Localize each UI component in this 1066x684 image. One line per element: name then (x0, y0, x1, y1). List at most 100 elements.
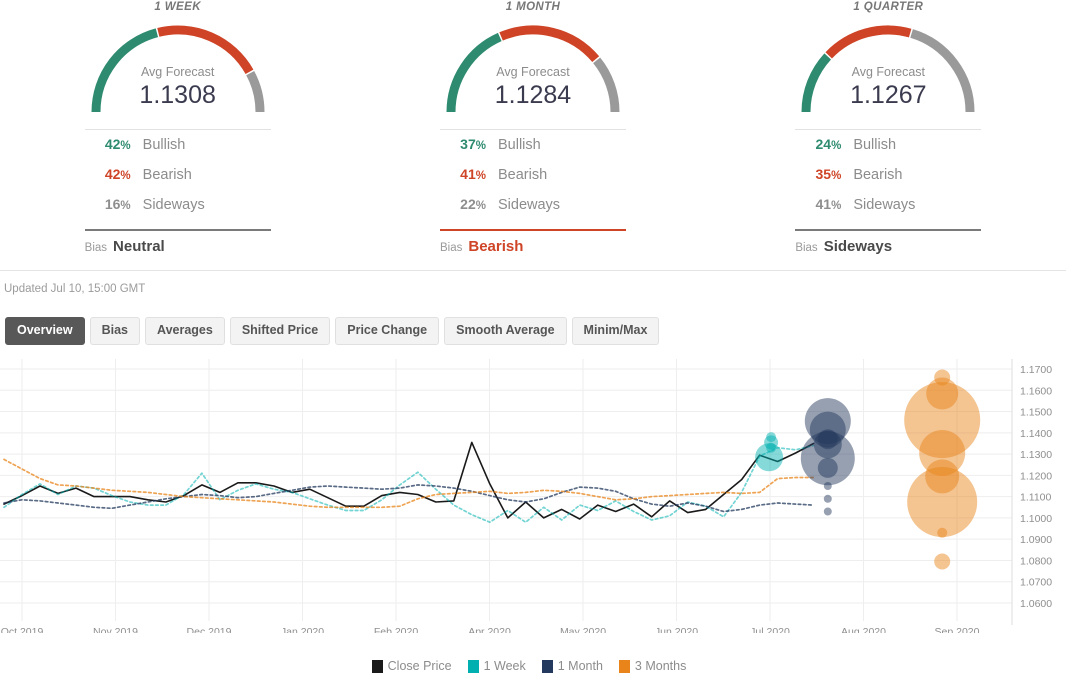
gauge-arc: Avg Forecast 1.1267 (793, 15, 983, 123)
forecast-bubble (823, 507, 832, 516)
legend-item-close-price[interactable]: Close Price (371, 659, 452, 673)
forecast-bubble (817, 457, 838, 478)
legend-swatch (371, 659, 383, 673)
bias-value: Bearish (468, 238, 524, 255)
stat-percent-sign: % (120, 140, 131, 152)
gauge-stats: 37% Bullish 41% Bearish 22% Sideways Bias Beari… (439, 129, 626, 255)
gauge-seg-bullish (446, 32, 502, 113)
stat-percent-sign: % (475, 200, 486, 212)
tab-minim-max[interactable]: Minim/Max (571, 317, 660, 345)
y-axis-tick-label: 1.0900 (1020, 534, 1052, 546)
tab-averages[interactable]: Averages (145, 317, 225, 345)
series-line-1-month (3, 484, 815, 513)
legend-item-1-week[interactable]: 1 Week (467, 659, 526, 673)
gauge-panels: 1 WEEK Avg Forecast 1.1308 42% Bullish 42% Bea… (0, 0, 1066, 270)
stat-label: Bullish (853, 137, 897, 153)
gauge-panel-2: 1 MONTH Avg Forecast 1.1284 37% Bullish 41% Be… (355, 0, 710, 270)
bias-value: Neutral (113, 238, 165, 255)
forecast-bubble (937, 527, 948, 538)
gauge-panel-1: 1 WEEK Avg Forecast 1.1308 42% Bullish 42% Bea… (0, 0, 355, 270)
x-axis-tick-label: Feb 2020 (374, 626, 419, 633)
y-axis-tick-label: 1.1500 (1020, 407, 1052, 419)
gauge-stats: 24% Bullish 35% Bearish 41% Sideways Bias Sidew… (795, 129, 982, 255)
stats-divider (439, 129, 626, 130)
stat-percent-sign: % (475, 170, 486, 182)
stat-label: Sideways (142, 197, 205, 213)
bias-label: Bias (795, 242, 818, 254)
gauge-panel-3: 1 QUARTER Avg Forecast 1.1267 24% Bullish 35%… (711, 0, 1066, 270)
x-axis-tick-label: Jul 2020 (750, 626, 790, 633)
series-line-1-week (3, 444, 815, 524)
x-axis-tick-label: Sep 2020 (935, 626, 980, 633)
forecast-chart: 1.1700 1.1600 1.1500 1.1400 1.1300 1.1200 1.11… (0, 355, 1066, 655)
stat-label: Bearish (142, 167, 192, 183)
gauge-arc: Avg Forecast 1.1308 (83, 15, 273, 123)
stat-label: Bullish (497, 137, 541, 153)
updated-timestamp: Updated Jul 10, 15:00 GMT (4, 283, 146, 295)
stat-label: Sideways (853, 197, 916, 213)
stat-percent-sign: % (831, 140, 842, 152)
stat-percent-sign: % (831, 200, 842, 212)
bias-row: Bias Bearish (440, 231, 626, 255)
gauge-arc: Avg Forecast 1.1284 (438, 15, 628, 123)
stat-percent-sign: % (831, 170, 842, 182)
gauge-seg-sideways (593, 57, 620, 113)
legend-label: 1 Week (483, 659, 526, 673)
stat-row-bearish: 35% Bearish (795, 166, 981, 196)
stats-divider (84, 129, 271, 130)
gauge-seg-bearish (499, 25, 600, 63)
legend-label: 1 Month (557, 659, 603, 673)
y-axis-tick-label: 1.1400 (1020, 428, 1052, 440)
forecast-bubble (755, 443, 784, 472)
x-axis-tick-label: May 2020 (560, 626, 606, 633)
y-axis-tick-label: 1.0800 (1020, 555, 1052, 567)
y-axis-tick-label: 1.0600 (1020, 598, 1052, 610)
legend-swatch (618, 659, 630, 673)
gauge-seg-sideways (910, 29, 975, 113)
stat-percent: 37% (440, 136, 486, 152)
y-axis-tick-label: 1.1700 (1020, 364, 1052, 376)
stats-divider (795, 129, 982, 130)
stat-percent-number: 37 (460, 136, 476, 152)
stat-percent-number: 16 (104, 196, 121, 212)
legend-item-3-months[interactable]: 3 Months (618, 659, 687, 673)
legend-item-1-month[interactable]: 1 Month (541, 659, 603, 673)
y-axis-tick-label: 1.1600 (1020, 385, 1052, 397)
stat-label: Bullish (142, 137, 186, 153)
legend-label: Close Price (387, 659, 452, 673)
tab-overview[interactable]: Overview (5, 317, 85, 345)
legend-swatch (541, 659, 553, 673)
tab-smooth-average[interactable]: Smooth Average (444, 317, 567, 345)
y-axis-tick-label: 1.1200 (1020, 470, 1052, 482)
stat-label: Bearish (853, 167, 903, 183)
stat-row-bearish: 41% Bearish (440, 166, 626, 196)
stat-percent: 24% (795, 136, 842, 152)
tab-bias[interactable]: Bias (89, 317, 140, 345)
stat-percent: 35% (795, 166, 842, 182)
y-axis-tick-label: 1.0700 (1020, 577, 1052, 589)
stat-percent: 41% (795, 196, 842, 212)
stat-percent-number: 41 (815, 196, 832, 212)
x-axis-tick-label: Apr 2020 (468, 626, 511, 633)
forecast-bubble (907, 467, 978, 537)
stat-percent-number: 41 (460, 166, 476, 182)
gauge-title: 1 MONTH (505, 1, 561, 13)
y-axis-tick-label: 1.1300 (1020, 449, 1052, 461)
stat-label: Sideways (497, 197, 561, 213)
forecast-bubble (823, 482, 832, 490)
stat-row-sideways: 16% Sideways (85, 196, 271, 226)
gauge-seg-bullish (801, 53, 832, 113)
legend-label: 3 Months (634, 659, 687, 673)
tab-price-change[interactable]: Price Change (335, 317, 440, 345)
stat-percent-number: 22 (460, 196, 476, 212)
chart-legend: Close Price 1 Week 1 Month 3 Months (0, 655, 1066, 677)
gauge-seg-bearish (825, 25, 912, 59)
stat-percent: 42% (85, 136, 131, 152)
stat-row-sideways: 41% Sideways (795, 196, 981, 226)
chart-tabbar: Overview Bias Averages Shifted Price Price C… (0, 317, 1066, 355)
stat-row-sideways: 22% Sideways (440, 196, 626, 226)
bias-label: Bias (439, 242, 463, 254)
forecast-bubble (934, 553, 951, 570)
stat-percent-sign: % (120, 200, 131, 212)
tab-shifted-price[interactable]: Shifted Price (229, 317, 331, 345)
